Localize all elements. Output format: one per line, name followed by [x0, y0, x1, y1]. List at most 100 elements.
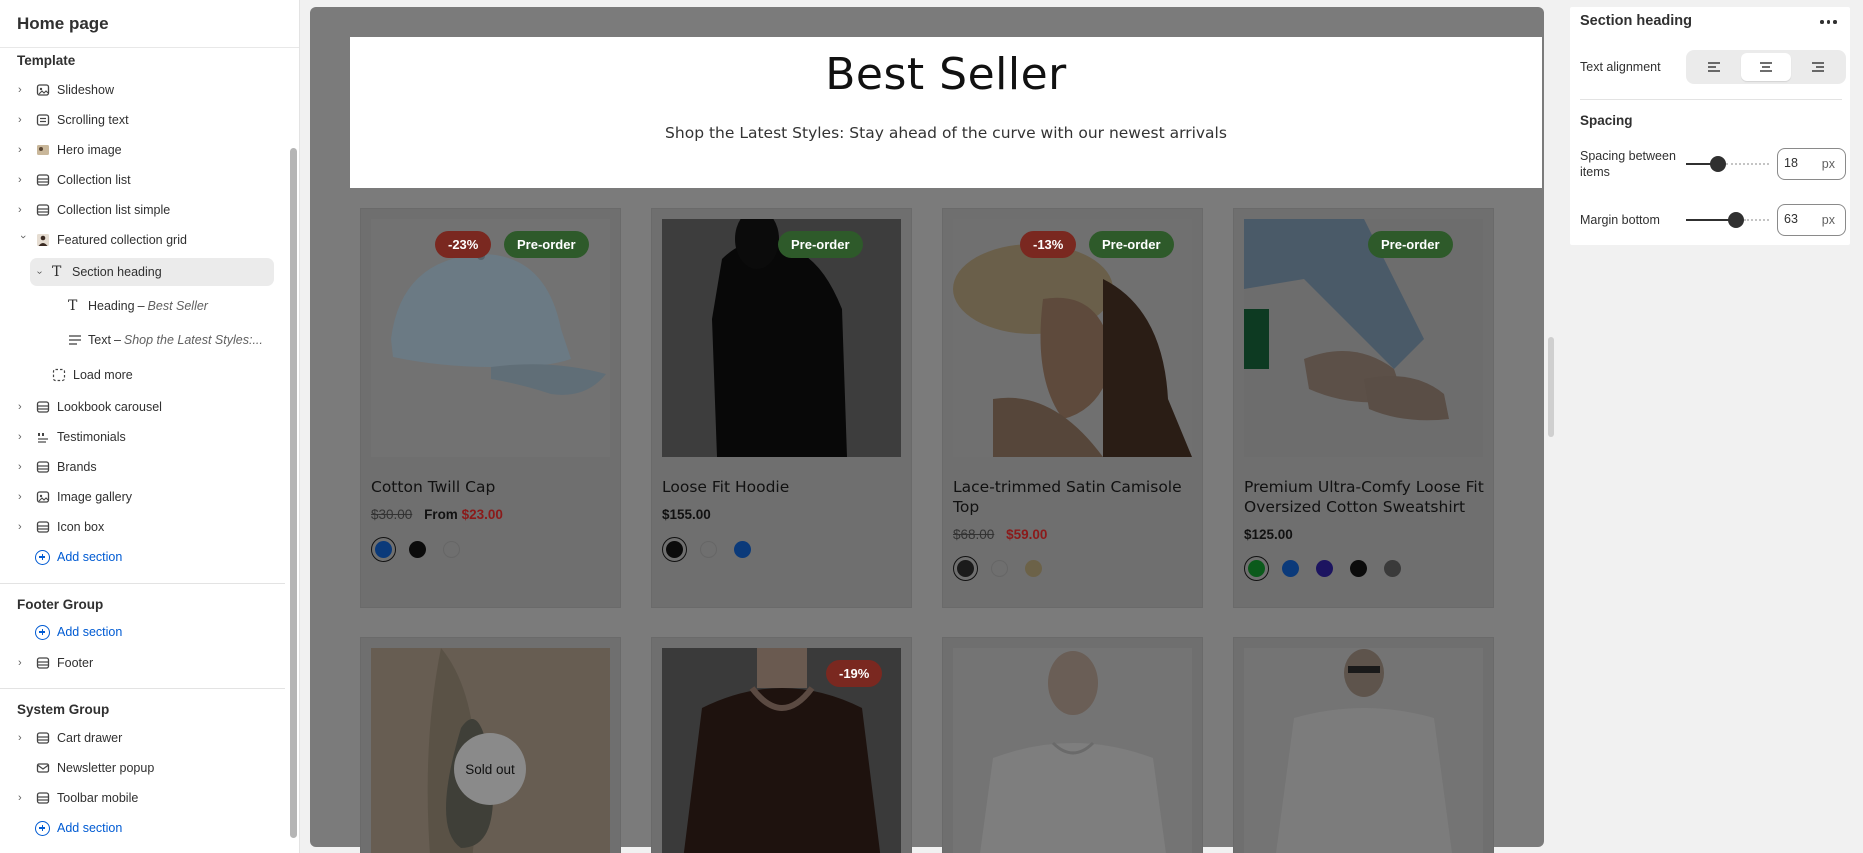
- product-card[interactable]: -23% Pre-order Cotton Twill Cap $30.00 F…: [360, 208, 621, 608]
- swatch[interactable]: [1312, 556, 1337, 581]
- chevron-right-icon[interactable]: ›: [18, 793, 28, 804]
- more-actions-icon[interactable]: [1820, 17, 1838, 27]
- product-title[interactable]: Lace-trimmed Satin Camisole Top: [953, 477, 1198, 517]
- section-icon: [36, 657, 50, 669]
- text-alignment-label: Text alignment: [1580, 60, 1661, 74]
- margin-bottom-value[interactable]: [1784, 212, 1820, 226]
- chevron-right-icon[interactable]: ›: [18, 175, 28, 186]
- section-label: Collection list: [57, 173, 131, 187]
- product-image[interactable]: [662, 219, 901, 457]
- sidebar-scrollbar[interactable]: [290, 148, 297, 838]
- section-label: Scrolling text: [57, 113, 129, 127]
- section-image-gallery[interactable]: › Image gallery: [0, 484, 285, 510]
- preview-heading: Best Seller: [825, 49, 1067, 100]
- swatch[interactable]: [405, 537, 430, 562]
- product-card[interactable]: Pre-order Loose Fit Hoodie $155.00: [651, 208, 912, 608]
- block-section-heading[interactable]: › T Section heading: [30, 259, 274, 285]
- product-title[interactable]: Loose Fit Hoodie: [662, 477, 907, 497]
- chevron-right-icon[interactable]: ›: [18, 85, 28, 96]
- swatch[interactable]: [696, 537, 721, 562]
- price-prefix: From: [424, 507, 458, 522]
- footer-group-title: Footer Group: [17, 597, 104, 612]
- swatch[interactable]: [1278, 556, 1303, 581]
- swatch[interactable]: [1244, 556, 1269, 581]
- product-card[interactable]: Pre-order Premium Ultra-Comfy Loose Fit …: [1233, 208, 1494, 608]
- section-cart-drawer[interactable]: › Cart drawer: [0, 725, 285, 751]
- section-scrolling-text[interactable]: › Scrolling text: [0, 107, 285, 133]
- swatch[interactable]: [1380, 556, 1405, 581]
- margin-bottom-input[interactable]: px: [1777, 204, 1846, 236]
- swatch[interactable]: [987, 556, 1012, 581]
- chevron-down-icon[interactable]: ›: [34, 270, 45, 273]
- product-card[interactable]: [942, 637, 1203, 853]
- add-circle-icon: [35, 549, 50, 565]
- add-section-button[interactable]: Add section: [0, 545, 285, 569]
- hoodie-image: [662, 219, 901, 457]
- chevron-right-icon[interactable]: ›: [18, 733, 28, 744]
- swatch[interactable]: [1021, 556, 1046, 581]
- chevron-right-icon[interactable]: ›: [18, 205, 28, 216]
- price-regular: $125.00: [1244, 527, 1293, 542]
- chevron-right-icon[interactable]: ›: [18, 115, 28, 126]
- spacing-between-value[interactable]: [1784, 156, 1820, 170]
- chevron-right-icon[interactable]: ›: [18, 432, 28, 443]
- section-newsletter-popup[interactable]: Newsletter popup: [0, 755, 285, 781]
- spacing-between-slider[interactable]: [1686, 156, 1769, 172]
- section-brands[interactable]: › Brands: [0, 454, 285, 480]
- swatch[interactable]: [953, 556, 978, 581]
- section-hero-image[interactable]: › Hero image: [0, 137, 285, 163]
- section-testimonials[interactable]: › Testimonials: [0, 424, 285, 450]
- align-left-button[interactable]: [1689, 53, 1739, 81]
- section-label: Footer: [57, 656, 94, 670]
- section-collection-list-simple[interactable]: › Collection list simple: [0, 197, 285, 223]
- section-toolbar-mobile[interactable]: › Toolbar mobile: [0, 785, 285, 811]
- chevron-right-icon[interactable]: ›: [18, 658, 28, 669]
- product-title[interactable]: Cotton Twill Cap: [371, 477, 616, 497]
- spacing-between-input[interactable]: px: [1777, 148, 1846, 180]
- product-card[interactable]: -19%: [651, 637, 912, 853]
- section-icon: [36, 401, 50, 413]
- chevron-right-icon[interactable]: ›: [18, 462, 28, 473]
- chevron-right-icon[interactable]: ›: [18, 145, 28, 156]
- slider-thumb[interactable]: [1728, 212, 1744, 228]
- align-right-button[interactable]: [1793, 53, 1843, 81]
- section-heading-preview[interactable]: Best Seller Shop the Latest Styles: Stay…: [350, 37, 1542, 188]
- product-card[interactable]: Sold out: [360, 637, 621, 853]
- block-text[interactable]: Text – Shop the Latest Styles:...: [68, 327, 278, 353]
- align-center-button[interactable]: [1741, 53, 1791, 81]
- swatch[interactable]: [439, 537, 464, 562]
- section-lookbook-carousel[interactable]: › Lookbook carousel: [0, 394, 285, 420]
- section-footer[interactable]: › Footer: [0, 650, 285, 676]
- unit-label: px: [1821, 213, 1835, 227]
- preview-scrollbar[interactable]: [1548, 337, 1554, 437]
- swatch[interactable]: [1346, 556, 1371, 581]
- featured-collection-icon: [37, 234, 49, 246]
- product-title[interactable]: Premium Ultra-Comfy Loose Fit Oversized …: [1244, 477, 1489, 517]
- add-section-button[interactable]: Add section: [0, 816, 285, 840]
- chevron-down-icon[interactable]: ›: [17, 235, 29, 245]
- product-image[interactable]: [1244, 648, 1483, 853]
- template-group-title: Template: [17, 53, 76, 68]
- product-image[interactable]: [953, 648, 1192, 853]
- slider-thumb[interactable]: [1710, 156, 1726, 172]
- swatch[interactable]: [730, 537, 755, 562]
- color-swatches: [371, 537, 464, 562]
- margin-bottom-slider[interactable]: [1686, 212, 1769, 228]
- block-label: Load more: [73, 368, 133, 382]
- chevron-right-icon[interactable]: ›: [18, 402, 28, 413]
- section-icon-box[interactable]: › Icon box: [0, 514, 285, 540]
- swatch[interactable]: [371, 537, 396, 562]
- product-card[interactable]: -13% Pre-order Lace-trimmed Satin Camiso…: [942, 208, 1203, 608]
- swatch[interactable]: [662, 537, 687, 562]
- section-slideshow[interactable]: › Slideshow: [0, 77, 285, 103]
- section-collection-list[interactable]: › Collection list: [0, 167, 285, 193]
- block-heading[interactable]: T Heading – Best Seller: [68, 293, 278, 319]
- block-settings-panel: Section heading Text alignment Spacing S…: [1570, 7, 1850, 245]
- product-image[interactable]: Sold out: [371, 648, 610, 853]
- product-price: $155.00: [662, 507, 711, 522]
- block-load-more[interactable]: Load more: [52, 362, 272, 388]
- chevron-right-icon[interactable]: ›: [18, 492, 28, 503]
- product-card[interactable]: [1233, 637, 1494, 853]
- add-section-button[interactable]: Add section: [0, 620, 285, 644]
- chevron-right-icon[interactable]: ›: [18, 522, 28, 533]
